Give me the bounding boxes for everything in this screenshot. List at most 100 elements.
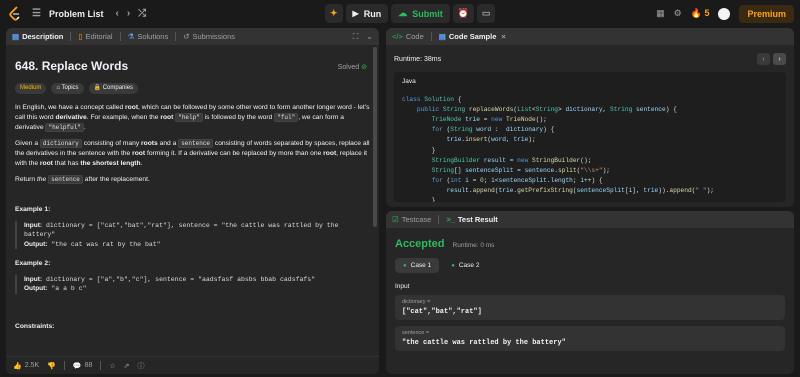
tab-divider [119,32,121,41]
list-icon[interactable]: ☰ [32,8,41,19]
run-label: Run [363,8,382,19]
description-tabs: ▤ Description ▯ Editorial ⚗ Solutions ↺ … [6,28,379,45]
tab-testcase[interactable]: ☑ Testcase [392,215,431,224]
description-paragraph-2: Given a dictionary consisting of many ro… [15,139,370,167]
close-icon[interactable]: × [501,32,505,41]
chevron-down-icon[interactable]: ⌄ [366,32,373,42]
code-icon: </> [392,32,403,41]
streak-counter[interactable]: 🔥 5 [691,8,710,19]
case-tabs: ● Case 1 ● Case 2 [386,250,794,273]
top-bar: ☰ Problem List ‹ › ⤮ ✦ ▶ Run ☁ Submit ⏰ … [0,0,800,27]
leetcode-logo[interactable] [8,6,22,21]
chevron-right-icon[interactable]: › [127,8,130,19]
tab-editorial[interactable]: ▯ Editorial [78,32,112,41]
note-icon: ▭ [481,8,491,18]
code-tabs: </> Code ▤ Code Sample × [386,28,794,45]
tab-code-label: Code [405,32,424,41]
case-tab-2[interactable]: ● Case 2 [443,258,487,273]
tab-test-result[interactable]: >_ Test Result [446,215,497,224]
fire-icon: 🔥 [690,8,702,18]
thumbs-down-icon: 👎 [47,362,56,370]
like-button[interactable]: 👍 2.5K [13,362,39,370]
chevron-right-icon: › [778,55,781,63]
submit-label: Submit [412,8,443,19]
language-label: Java [402,78,416,85]
help-button[interactable]: ⓘ [138,361,145,371]
code-sample-box: Java class Solution { public String repl… [394,72,786,202]
alarm-icon: ⏰ [457,8,469,18]
timer-button[interactable]: ⏰ [452,4,474,23]
example-1-heading: Example 1: [15,206,51,214]
example-2-box: Input: dictionary = ["a","b","c"], sente… [15,274,370,294]
tab-divider [430,32,432,41]
vertical-resize-handle[interactable] [380,28,385,374]
next-sample-button[interactable]: › [773,53,786,65]
case-tab-2-label: Case 2 [458,262,480,269]
companies-button[interactable]: 🔒 Companies [88,83,139,95]
example-1-box: Input: dictionary = ["cat","bat","rat"],… [15,220,370,250]
tab-description-label: Description [22,32,64,41]
tab-submissions[interactable]: ↺ Submissions [183,32,235,41]
input-field-name: dictionary = [402,299,431,305]
case-tab-1-label: Case 1 [410,262,432,269]
problem-description: 648. Replace Words Solved ⊘ Medium ⌂ Topi… [6,45,379,357]
prev-sample-button[interactable]: ‹ [757,53,770,65]
debug-button[interactable]: ✦ [325,4,343,23]
description-footer: 👍 2.5K 👎 💬 88 ☆ ⇗ ⓘ [6,356,379,374]
cloud-upload-icon: ☁ [398,8,408,18]
chevron-left-icon[interactable]: ‹ [115,8,118,19]
code-panel: </> Code ▤ Code Sample × Runtime: 38ms ‹… [386,28,794,207]
dislike-button[interactable]: 👎 [47,362,56,370]
tab-code-sample[interactable]: ▤ Code Sample × [439,32,506,41]
code-sample: class Solution { public String replaceWo… [402,96,714,202]
page-title[interactable]: 648. Replace Words [15,58,370,75]
tab-solutions[interactable]: ⚗ Solutions [128,32,169,41]
footer-divider [63,361,65,370]
submit-button[interactable]: ☁ Submit [391,4,450,23]
premium-button[interactable]: Premium [739,4,794,23]
book-icon: ▯ [78,32,83,41]
status-badge: Accepted [395,238,445,250]
input-heading: Input [395,283,410,290]
tab-divider [175,32,177,41]
pass-dot-icon: ● [403,262,407,269]
problem-list-link[interactable]: Problem List [49,9,104,19]
flask-icon: ⚗ [127,32,135,41]
share-button[interactable]: ⇗ [124,362,130,370]
input-field-sentence: sentence = "the cattle was rattled by th… [395,326,785,351]
test-panel: ☑ Testcase >_ Test Result Accepted Runti… [386,211,794,374]
favorite-button[interactable]: ☆ [109,362,115,370]
pass-dot-icon: ● [451,262,455,269]
grid-icon[interactable]: ▦ [656,8,665,19]
file-icon: ▤ [438,32,446,41]
run-button[interactable]: ▶ Run [345,4,389,23]
companies-label: Companies [102,85,134,92]
notes-button[interactable]: ▭ [476,4,496,23]
runtime-row: Runtime: 38ms ‹ › [386,45,794,65]
checkbox-icon: ☑ [392,215,399,224]
input-field-dictionary: dictionary = ["cat","bat","rat"] [395,295,785,320]
input-field-value: "the cattle was rattled by the battery" [402,339,566,347]
star-icon: ☆ [109,362,116,370]
topics-button[interactable]: ⌂ Topics [51,83,84,95]
check-circle-icon: ⊘ [361,64,367,71]
comments-button[interactable]: 💬 88 [73,362,93,370]
tab-solutions-label: Solutions [137,32,169,41]
result-status-row: Accepted Runtime: 0 ms [386,228,794,250]
thumbs-up-icon: 👍 [13,362,22,370]
input-field-name: sentence = [402,330,430,336]
description-scrollbar[interactable] [373,47,377,227]
example-2-heading: Example 2: [15,260,51,268]
case-tab-1[interactable]: ● Case 1 [395,258,440,273]
tab-code[interactable]: </> Code [392,32,424,41]
avatar[interactable] [718,7,731,20]
tab-code-sample-label: Code Sample [448,32,497,41]
difficulty-badge: Medium [15,83,47,95]
tab-description[interactable]: ▤ Description [12,32,63,41]
tab-divider [70,32,72,41]
maximize-icon[interactable]: ⛶ [353,32,359,42]
like-count: 2.5K [24,362,40,369]
gear-icon[interactable]: ⚙ [674,8,682,19]
shuffle-icon[interactable]: ⤮ [138,8,146,19]
play-icon: ▶ [352,9,359,18]
